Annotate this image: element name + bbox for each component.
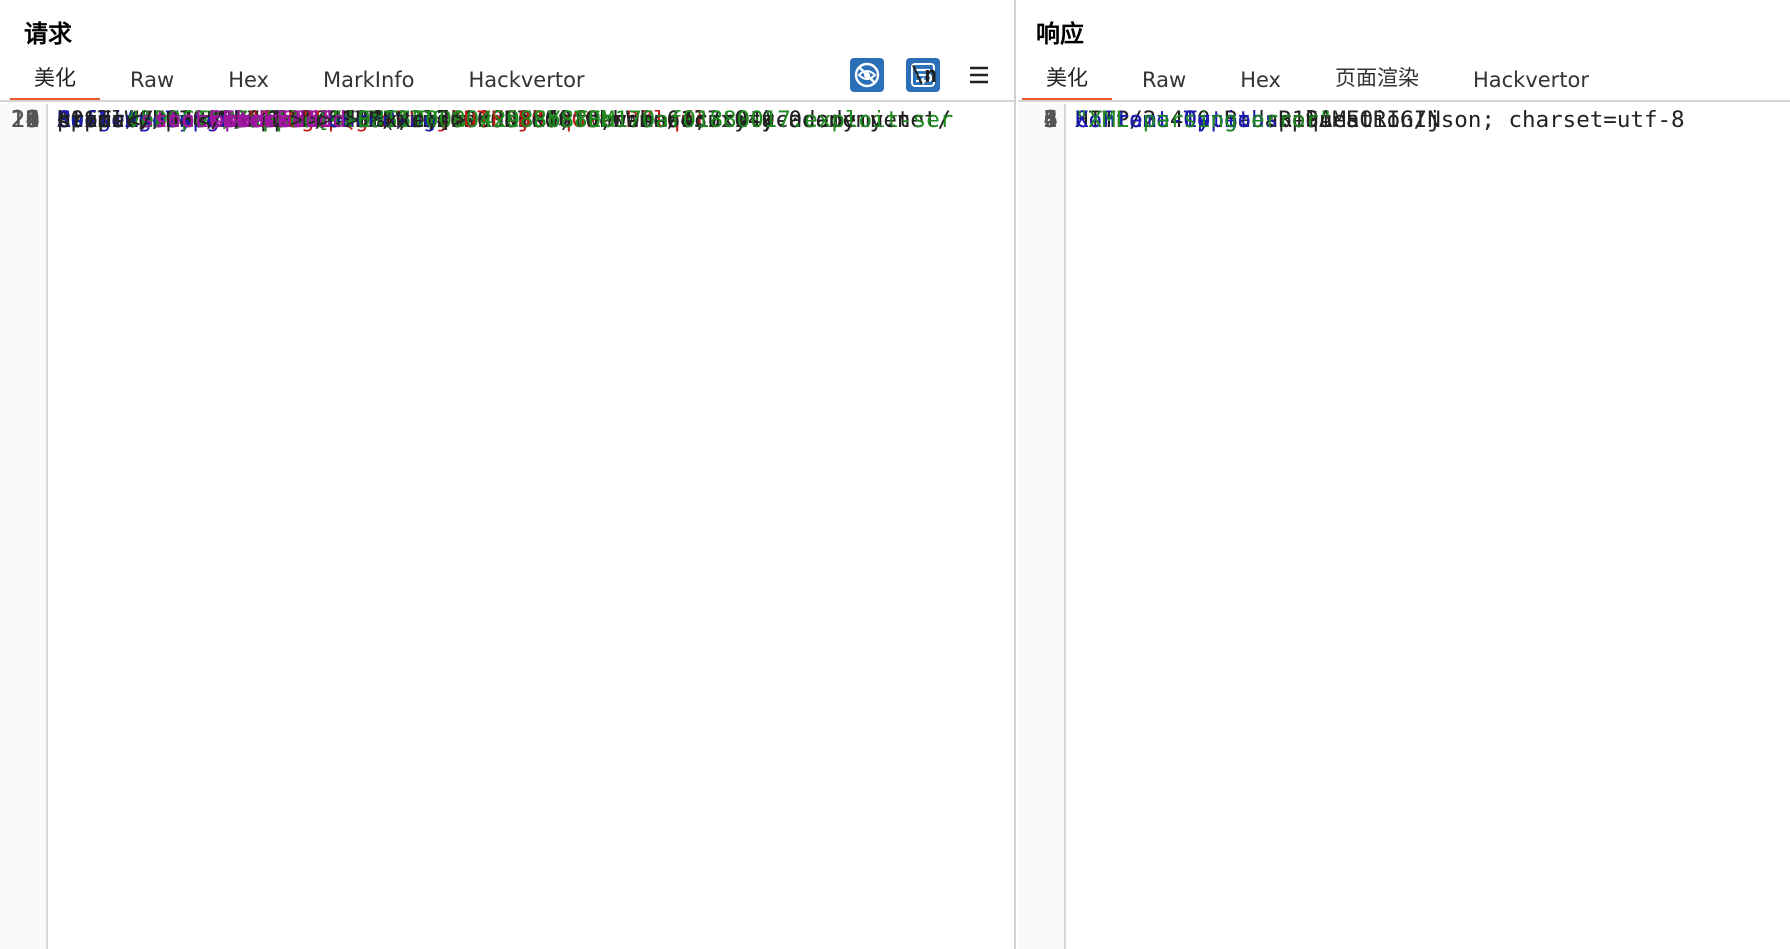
request-title: 请求 — [24, 20, 72, 48]
editor-menu-button[interactable] — [962, 58, 996, 92]
tab-pretty[interactable]: 美化 — [10, 62, 100, 102]
request-tabs: 美化 Raw Hex MarkInfo Hackvertor — [10, 60, 615, 102]
tab-raw[interactable]: Raw — [106, 68, 198, 100]
line-gutter — [0, 104, 48, 949]
response-tabs: 美化 Raw Hex 页面渲染 Hackvertor — [1022, 60, 1619, 102]
eye-slash-icon — [854, 62, 880, 88]
tab-separator — [0, 100, 1014, 102]
request-editor[interactable]: 1 POST /product/stock HTTP/2 2 Host: 0a840… — [0, 104, 1014, 949]
menu-icon — [970, 66, 988, 84]
tab-hackvertor[interactable]: Hackvertor — [445, 68, 609, 100]
request-pane: 请求 美化 Raw Hex MarkInfo Hackvertor \n 1 P… — [0, 0, 1016, 949]
editor-toolbar: \n — [850, 58, 996, 92]
tab-hex[interactable]: Hex — [204, 68, 293, 100]
tab-markinfo[interactable]: MarkInfo — [299, 68, 439, 100]
tab-pretty[interactable]: 美化 — [1022, 62, 1112, 102]
tab-separator — [1018, 100, 1790, 102]
show-newlines-button[interactable]: \n — [907, 58, 941, 92]
response-title: 响应 — [1036, 20, 1084, 48]
hide-nonprintable-button[interactable] — [850, 58, 884, 92]
response-pane: 响应 美化 Raw Hex 页面渲染 Hackvertor 1 HTTP/2 40… — [1018, 0, 1790, 949]
tab-render[interactable]: 页面渲染 — [1311, 62, 1443, 100]
line-gutter — [1018, 104, 1066, 949]
tab-hex[interactable]: Hex — [1216, 68, 1305, 100]
tab-raw[interactable]: Raw — [1118, 68, 1210, 100]
response-editor[interactable]: 1 HTTP/2 400 Bad Request 2 Content-Type: a… — [1018, 104, 1790, 949]
tab-hackvertor[interactable]: Hackvertor — [1449, 68, 1613, 100]
